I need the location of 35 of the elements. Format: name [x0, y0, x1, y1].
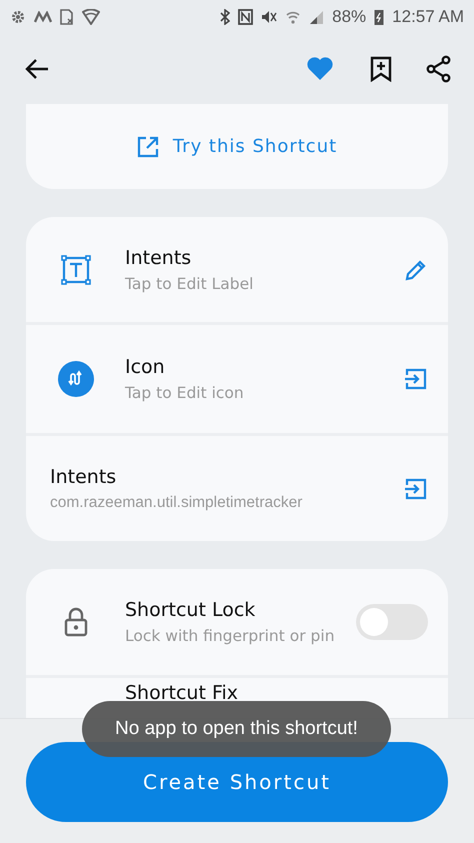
wifi-icon	[285, 9, 302, 25]
battery-icon	[374, 9, 384, 25]
mute-icon	[261, 9, 278, 25]
row-title: Shortcut Fix	[125, 682, 240, 704]
sim-card-icon	[60, 9, 74, 25]
bluetooth-icon	[220, 9, 230, 25]
row-subtitle: com.razeeman.util.simpletimetracker	[50, 494, 304, 512]
lock-icon	[64, 607, 88, 637]
swap-circle-icon	[58, 361, 94, 397]
try-shortcut-button[interactable]: Try this Shortcut	[132, 132, 342, 162]
row-title: Icon	[125, 356, 166, 378]
bookmark-add-icon[interactable]	[370, 56, 392, 82]
nfc-icon	[238, 9, 254, 25]
open-external-icon	[136, 136, 159, 158]
settings-icon	[10, 9, 26, 25]
clock-time: 12:57 AM	[392, 7, 464, 27]
wifi-shield-icon	[82, 9, 100, 25]
mountain-icon	[34, 11, 52, 23]
battery-percent: 88%	[332, 7, 366, 27]
row-subtitle: Tap to Edit Label	[125, 274, 254, 292]
heart-icon[interactable]	[306, 55, 334, 83]
row-subtitle: Lock with fingerprint or pin	[125, 627, 336, 645]
back-arrow-icon[interactable]	[24, 57, 50, 81]
toast-message: No app to open this shortcut!	[115, 718, 358, 740]
share-icon[interactable]	[426, 55, 452, 83]
row-subtitle: Tap to Edit icon	[125, 384, 245, 402]
text-frame-icon	[60, 254, 90, 284]
row-title: Intents	[125, 246, 192, 268]
row-title: Shortcut Lock	[125, 599, 256, 621]
toggle-switch[interactable]	[356, 604, 428, 640]
login-icon[interactable]	[404, 367, 428, 391]
pencil-icon[interactable]	[404, 258, 428, 282]
signal-icon	[309, 10, 324, 24]
login-icon[interactable]	[404, 476, 428, 500]
row-title: Intents	[50, 466, 118, 488]
